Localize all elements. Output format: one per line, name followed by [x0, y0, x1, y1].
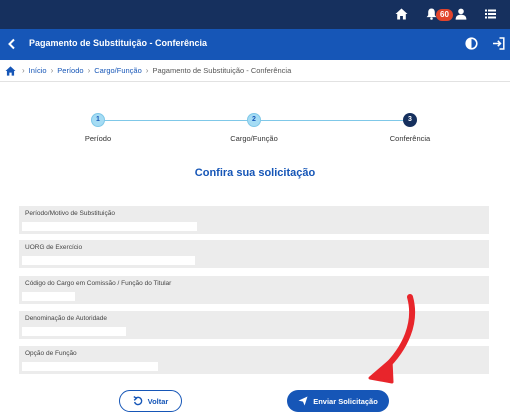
- step-2-label: Cargo/Função: [230, 134, 278, 143]
- logout-icon[interactable]: [492, 37, 505, 55]
- undo-icon: [133, 396, 143, 406]
- breadcrumb-separator: ›: [50, 66, 54, 75]
- page-title: Pagamento de Substituição - Conferência: [29, 38, 208, 48]
- step-1-label: Período: [84, 134, 112, 143]
- submit-button-label: Enviar Solicitação: [313, 396, 378, 406]
- field-opcao-funcao: Opção de Função: [19, 346, 489, 374]
- field-denominacao-autoridade: Denominação de Autoridade: [19, 311, 489, 339]
- breadcrumb-current: Pagamento de Substituição - Conferência: [152, 66, 292, 75]
- back-button[interactable]: Voltar: [119, 390, 182, 412]
- breadcrumb-separator: ›: [22, 66, 25, 75]
- field-codigo-cargo: Código do Cargo em Comissão / Função do …: [19, 276, 489, 304]
- back-chevron-icon[interactable]: [6, 37, 18, 56]
- field-value-redacted: [22, 222, 197, 231]
- field-uorg-exercicio: UORG de Exercício: [19, 240, 489, 268]
- field-label: Código do Cargo em Comissão / Função do …: [25, 280, 172, 287]
- back-button-label: Voltar: [147, 396, 169, 406]
- field-value-redacted: [22, 256, 195, 265]
- breadcrumb-separator: ›: [145, 66, 149, 75]
- home-icon[interactable]: [5, 65, 16, 76]
- submit-button[interactable]: Enviar Solicitação: [287, 390, 389, 412]
- user-icon[interactable]: [455, 6, 467, 22]
- contrast-icon[interactable]: [465, 37, 478, 55]
- field-periodo-motivo: Período/Motivo de Substituição: [19, 206, 489, 234]
- home-icon[interactable]: [395, 6, 408, 22]
- section-heading: Confira sua solicitação: [194, 167, 316, 179]
- step-1-indicator[interactable]: 1: [91, 113, 105, 127]
- menu-icon[interactable]: [485, 6, 496, 22]
- field-label: Opção de Função: [25, 350, 77, 357]
- field-value-redacted: [22, 292, 75, 301]
- page-header: Pagamento de Substituição - Conferência: [0, 29, 510, 60]
- field-value-redacted: [22, 362, 158, 371]
- breadcrumb: › Início › Período › Cargo/Função › Paga…: [0, 60, 510, 82]
- field-label: Denominação de Autoridade: [25, 315, 108, 322]
- breadcrumb-link-inicio[interactable]: Início: [29, 66, 47, 75]
- breadcrumb-link-cargo-funcao[interactable]: Cargo/Função: [94, 66, 142, 75]
- breadcrumb-separator: ›: [87, 66, 91, 75]
- field-label: Período/Motivo de Substituição: [25, 210, 115, 217]
- send-icon: [298, 396, 308, 406]
- notification-count-badge: 60: [436, 9, 453, 21]
- stepper-connector: [98, 120, 254, 121]
- field-value-redacted: [22, 327, 126, 336]
- step-2-indicator[interactable]: 2: [247, 113, 261, 127]
- field-label: UORG de Exercício: [25, 244, 83, 251]
- breadcrumb-link-periodo[interactable]: Período: [57, 66, 83, 75]
- stepper-connector: [254, 120, 410, 121]
- top-navbar: 60: [0, 0, 510, 29]
- step-3-label: Conferência: [389, 134, 431, 143]
- step-3-indicator: 3: [403, 113, 417, 127]
